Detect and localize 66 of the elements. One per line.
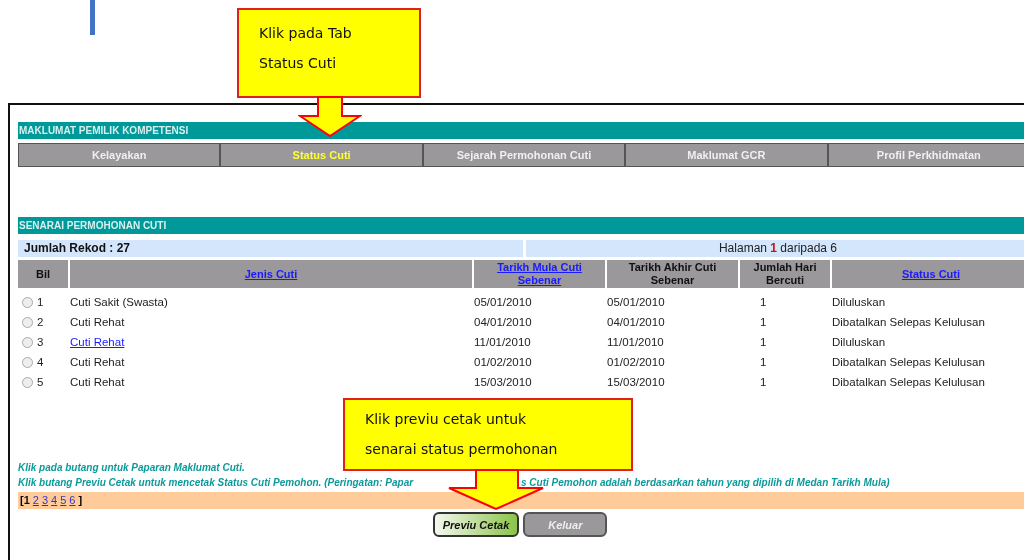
page-link[interactable]: 6	[69, 494, 76, 506]
note-text: s Cuti Pemohon adalah berdasarkan tahun yang dipilih di Medan Tarikh Mula)	[521, 477, 890, 488]
section-header: SENARAI PERMOHONAN CUTI	[18, 217, 1024, 234]
down-arrow	[298, 96, 362, 138]
table-cell: 05/01/2010	[607, 296, 665, 308]
table-cell: 1	[37, 296, 44, 308]
table-cell: Diluluskan	[832, 336, 886, 348]
table-cell: 15/03/2010	[607, 376, 665, 388]
radio-button[interactable]	[22, 376, 33, 388]
table-cell: 4	[37, 356, 44, 368]
column-header: Tarikh Akhir Cuti Sebenar	[607, 260, 738, 288]
callout-box: Klik pada Tab Status Cuti	[237, 8, 421, 98]
column-header: Jumlah Hari Bercuti	[740, 260, 830, 288]
radio-button[interactable]	[22, 316, 33, 328]
page-link[interactable]: 5	[60, 494, 67, 506]
table-cell: Cuti Rehat	[70, 376, 125, 388]
table-cell: 1	[760, 356, 767, 368]
page-link[interactable]: 2	[32, 494, 39, 506]
table-cell: Diluluskan	[832, 296, 886, 308]
column-header[interactable]: Tarikh Mula Cuti Sebenar	[474, 260, 605, 288]
print-preview-button[interactable]: Previu Cetak	[432, 512, 520, 537]
table-cell: Cuti Sakit (Swasta)	[70, 296, 168, 308]
section-header: MAKLUMAT PEMILIK KOMPETENSI	[18, 122, 1024, 139]
radio-button[interactable]	[22, 296, 33, 308]
note-text: Klik butang Previu Cetak untuk mencetak Status Cuti Pemohon. (Peringatan: Papar	[18, 476, 415, 490]
table-cell: 01/02/2010	[474, 356, 532, 368]
table-cell: Dibatalkan Selepas Kelulusan	[832, 376, 985, 388]
table-cell: 15/03/2010	[474, 376, 532, 388]
table-cell: 1	[760, 316, 767, 328]
tab[interactable]: Kelayakan	[19, 144, 220, 166]
tab[interactable]: Maklumat GCR	[626, 144, 827, 166]
table-cell: 1	[760, 376, 767, 388]
table-cell: 05/01/2010	[474, 296, 532, 308]
table-cell: Cuti Rehat	[70, 316, 125, 328]
page-link[interactable]: 4	[51, 494, 58, 506]
bracket: [	[20, 494, 24, 506]
tab[interactable]: Sejarah Permohonan Cuti	[423, 144, 625, 166]
table-cell: Dibatalkan Selepas Kelulusan	[832, 356, 985, 368]
accent-bar	[90, 0, 95, 35]
page-link[interactable]: 3	[41, 494, 49, 506]
table-cell: 5	[37, 376, 44, 388]
table-cell: 1	[760, 296, 767, 308]
table-cell: 11/01/2010	[607, 336, 664, 348]
table-cell: 04/01/2010	[474, 316, 532, 328]
table-cell: 1	[760, 336, 767, 348]
table-cell: Cuti Rehat	[70, 356, 125, 368]
page-info: Halaman 1 daripada 6	[526, 240, 1024, 257]
table-cell: 2	[37, 316, 44, 328]
table-cell: 11/01/2010	[474, 336, 531, 348]
tab[interactable]: Status Cuti	[221, 144, 422, 166]
tab[interactable]: Profil Perkhidmatan	[828, 144, 1024, 166]
table-cell: 3	[37, 336, 44, 348]
exit-button[interactable]: Keluar	[523, 512, 608, 537]
record-count: Jumlah Rekod : 27	[18, 240, 523, 257]
column-header: Bil	[18, 260, 68, 288]
radio-button[interactable]	[22, 356, 33, 368]
column-header[interactable]: Status Cuti	[832, 260, 1024, 288]
column-header[interactable]: Jenis Cuti	[70, 260, 472, 288]
leave-link[interactable]: Cuti Rehat	[70, 336, 125, 348]
table-cell: 04/01/2010	[607, 316, 665, 328]
table-cell: 01/02/2010	[607, 356, 665, 368]
bracket: ]	[78, 494, 83, 506]
note-text: Klik pada butang untuk Paparan Maklumat Cuti.	[18, 462, 245, 473]
callout-box: Klik previu cetak untuk senarai status permohonan	[343, 398, 633, 471]
table-cell: Dibatalkan Selepas Kelulusan	[832, 316, 985, 328]
radio-button[interactable]	[22, 336, 33, 348]
